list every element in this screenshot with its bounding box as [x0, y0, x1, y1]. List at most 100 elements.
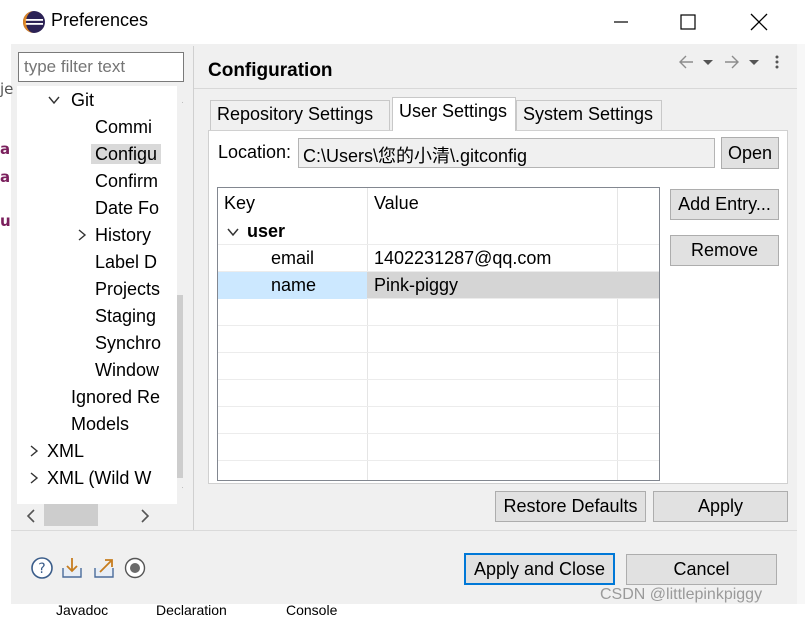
watermark: CSDN @littlepinkpiggy: [600, 586, 763, 603]
filter-input[interactable]: [18, 52, 184, 82]
tree-item-label: Date Fo: [95, 198, 160, 218]
cancel-button[interactable]: Cancel: [626, 554, 777, 585]
empty-row: [218, 407, 659, 434]
tree-item-xml[interactable]: XML: [27, 438, 84, 464]
table-row-group-user[interactable]: user: [218, 218, 659, 245]
open-button[interactable]: Open: [721, 137, 779, 169]
export-icon[interactable]: [92, 556, 116, 580]
tree-item-git[interactable]: Git: [47, 87, 94, 113]
tab-label: User Settings: [399, 101, 508, 121]
location-field[interactable]: C:\Users\您的小清\.gitconfig: [298, 138, 715, 168]
background-app-strip: je a a u: [0, 44, 13, 604]
tree-item-xml-wild-web[interactable]: XML (Wild W: [27, 465, 151, 491]
tree-item-models[interactable]: Models: [71, 411, 129, 437]
maximize-icon: [680, 14, 696, 30]
tree-item-label: Label D: [95, 252, 158, 272]
preference-tree: Git Commi Configu Confirm Date Fo Histor…: [17, 86, 183, 526]
tree-item-commit[interactable]: Commi: [95, 114, 152, 140]
apply-and-close-button[interactable]: Apply and Close: [464, 553, 615, 585]
chevron-down-icon[interactable]: [47, 87, 61, 113]
footer-separator: [11, 530, 797, 531]
config-table: Key Value user email 1402231287@qq.com n…: [217, 187, 660, 481]
empty-row: [218, 380, 659, 407]
tree-item-label: History: [95, 225, 152, 245]
chevron-right-icon[interactable]: [75, 222, 89, 248]
column-header-key[interactable]: Key: [224, 188, 255, 218]
table-row-selected[interactable]: name Pink-piggy: [218, 272, 659, 299]
chevron-right-icon[interactable]: [27, 438, 41, 464]
tree-item-window-cache[interactable]: Window: [95, 357, 159, 383]
tab-system-settings[interactable]: System Settings: [516, 100, 662, 130]
chevron-right-icon[interactable]: [27, 465, 41, 491]
scroll-up-icon[interactable]: [182, 94, 183, 106]
back-arrow-icon[interactable]: [678, 54, 694, 70]
tab-repository-settings[interactable]: Repository Settings: [210, 100, 390, 130]
empty-row: [218, 353, 659, 380]
window-title: Preferences: [51, 10, 149, 30]
tree-item-label-decorations[interactable]: Label D: [95, 249, 157, 275]
empty-row: [218, 299, 659, 326]
chevron-down-icon[interactable]: [227, 226, 239, 238]
tree-scroll-thumb[interactable]: [177, 295, 183, 478]
title-bar: Preferences: [0, 0, 805, 44]
minimize-icon: [614, 21, 628, 23]
tab-user-settings[interactable]: User Settings: [392, 97, 516, 131]
table-header: Key Value: [218, 188, 659, 218]
back-menu-icon[interactable]: [702, 54, 714, 70]
help-icon[interactable]: ?: [30, 556, 54, 580]
tree-item-synchronize[interactable]: Synchro: [95, 330, 161, 356]
close-icon: [750, 13, 768, 31]
group-key: user: [247, 221, 286, 241]
view-tab-declaration[interactable]: Declaration: [156, 604, 227, 618]
tree-item-projects[interactable]: Projects: [95, 276, 160, 302]
forward-menu-icon[interactable]: [748, 54, 760, 70]
scroll-right-icon[interactable]: [139, 509, 151, 523]
tree-item-staging[interactable]: Staging: [95, 303, 156, 329]
tree-item-label: Git: [71, 90, 95, 110]
tree-item-label: Models: [71, 414, 130, 434]
view-tab-javadoc[interactable]: Javadoc: [56, 604, 108, 618]
more-options-icon[interactable]: [773, 54, 781, 70]
tree-item-label: Staging: [95, 306, 157, 326]
tree-item-configuration[interactable]: Configu: [91, 141, 162, 167]
tree-item-label: XML (Wild W: [47, 468, 152, 488]
tree-horizontal-scrollbar[interactable]: [17, 504, 183, 526]
column-header-value[interactable]: Value: [374, 188, 419, 218]
background-text: u: [0, 212, 11, 230]
preferences-dialog: je a a u Preferences Git: [0, 0, 805, 618]
remove-button[interactable]: Remove: [670, 235, 779, 266]
tree-item-label: Synchro: [95, 333, 162, 353]
tree-item-confirmations[interactable]: Confirm: [95, 168, 158, 194]
tree-hscroll-thumb[interactable]: [44, 504, 98, 526]
maximize-button[interactable]: [665, 0, 711, 44]
record-icon[interactable]: [123, 556, 147, 580]
tree-item-ignored-resources[interactable]: Ignored Re: [71, 384, 160, 410]
table-row[interactable]: email 1402231287@qq.com: [218, 245, 659, 272]
tree-item-label: Ignored Re: [71, 387, 161, 407]
row-key: email: [271, 248, 315, 268]
scroll-left-icon[interactable]: [25, 509, 37, 523]
page-title: Configuration: [208, 60, 333, 81]
row-value[interactable]: Pink-piggy: [374, 272, 458, 299]
minimize-button[interactable]: [598, 0, 644, 44]
close-button[interactable]: [736, 0, 782, 44]
tab-label: Repository Settings: [217, 104, 374, 124]
row-value[interactable]: 1402231287@qq.com: [374, 245, 551, 272]
background-text: a: [0, 140, 11, 158]
view-tab-console[interactable]: Console: [286, 604, 337, 618]
tree-item-history[interactable]: History: [75, 222, 151, 248]
background-view-tabs: Javadoc Declaration Console: [0, 604, 805, 618]
tree-item-label: Commi: [95, 117, 152, 137]
empty-row: [218, 434, 659, 461]
svg-text:?: ?: [38, 561, 45, 577]
import-icon[interactable]: [60, 556, 84, 580]
tree-item-date-format[interactable]: Date Fo: [95, 195, 159, 221]
add-entry-button[interactable]: Add Entry...: [670, 189, 779, 220]
title-separator: [194, 88, 797, 89]
row-key: name: [271, 275, 317, 295]
restore-defaults-button[interactable]: Restore Defaults: [495, 491, 646, 522]
apply-button[interactable]: Apply: [653, 491, 788, 522]
scroll-down-icon[interactable]: [182, 484, 183, 496]
eclipse-icon: [23, 11, 45, 33]
forward-arrow-icon[interactable]: [724, 54, 740, 70]
